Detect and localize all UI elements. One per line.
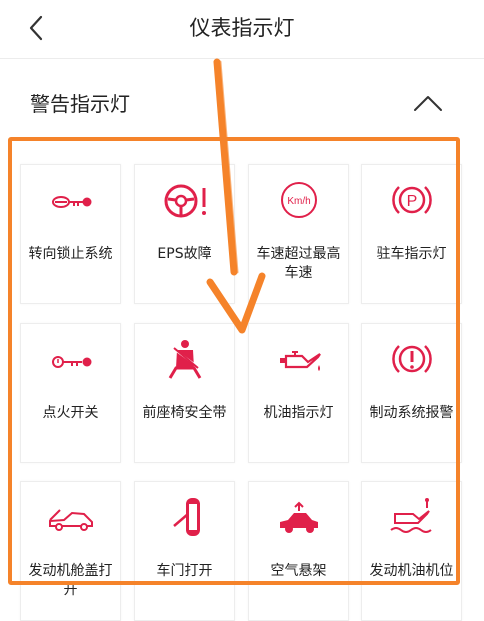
divider	[0, 58, 484, 59]
page-title: 仪表指示灯	[189, 16, 295, 40]
top-bar: 仪表指示灯	[0, 0, 484, 56]
highlight-frame	[8, 137, 460, 585]
section-title: 警告指示灯	[30, 92, 130, 116]
section-header[interactable]: 警告指示灯	[0, 78, 484, 126]
chevron-up-icon[interactable]	[412, 92, 444, 114]
